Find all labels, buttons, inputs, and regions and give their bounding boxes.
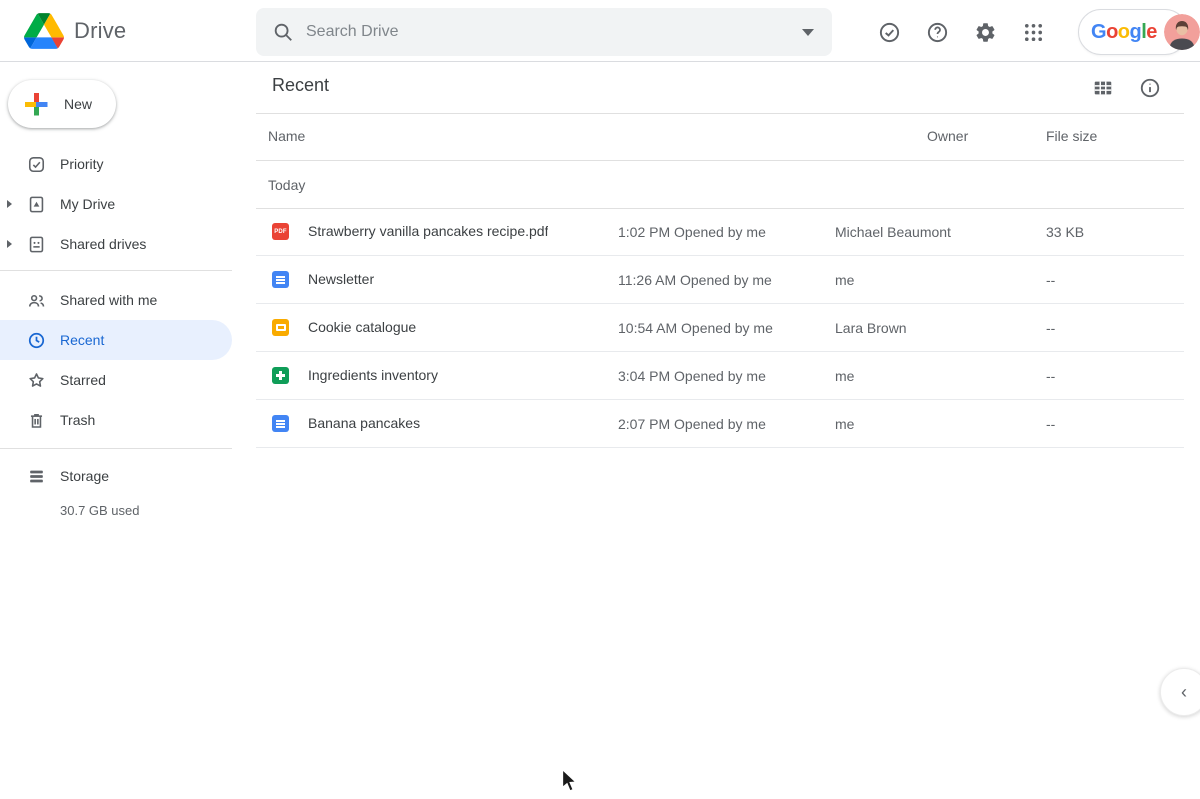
search-placeholder: Search Drive xyxy=(306,23,802,41)
file-name: Ingredients inventory xyxy=(308,367,438,383)
storage-usage: 30.7 GB used xyxy=(60,503,140,518)
file-size: -- xyxy=(1046,416,1055,432)
sidebar-item-priority[interactable]: Priority xyxy=(0,144,232,184)
expand-chevron-icon[interactable] xyxy=(7,240,12,248)
google-drive-logo-icon[interactable] xyxy=(24,13,64,49)
file-type-icon xyxy=(272,223,289,240)
file-name: Banana pancakes xyxy=(308,415,420,431)
new-button[interactable]: New xyxy=(8,80,116,128)
sidebar: New Priority My Drive xyxy=(0,63,240,799)
file-name: Newsletter xyxy=(308,271,374,287)
file-row[interactable]: Banana pancakes 2:07 PM Opened by me me … xyxy=(240,400,1200,448)
file-size: -- xyxy=(1046,272,1055,288)
apps-grid-icon xyxy=(1022,21,1045,44)
divider xyxy=(0,270,232,271)
file-owner: me xyxy=(835,368,854,384)
search-icon xyxy=(272,21,294,43)
column-header-size: File size xyxy=(1046,128,1097,144)
file-activity: 2:07 PM Opened by me xyxy=(618,416,766,432)
new-button-label: New xyxy=(64,96,92,112)
divider xyxy=(256,160,1184,161)
sidebar-item-starred[interactable]: Starred xyxy=(0,360,232,400)
file-activity: 11:26 AM Opened by me xyxy=(618,272,772,288)
file-row[interactable]: Cookie catalogue 10:54 AM Opened by me L… xyxy=(240,304,1200,352)
file-type-icon xyxy=(272,271,289,288)
chevron-left-icon: ‹ xyxy=(1181,682,1187,703)
main-content: Recent Name Owner File size Today Strawb… xyxy=(240,63,1200,799)
file-row[interactable]: Ingredients inventory 3:04 PM Opened by … xyxy=(240,352,1200,400)
search-input[interactable]: Search Drive xyxy=(256,8,832,56)
settings-button[interactable] xyxy=(965,12,1005,52)
divider xyxy=(256,447,1184,448)
column-header-owner: Owner xyxy=(927,128,968,144)
file-row[interactable]: Strawberry vanilla pancakes recipe.pdf 1… xyxy=(240,208,1200,256)
priority-icon xyxy=(27,155,46,174)
search-options-caret-icon[interactable] xyxy=(802,29,814,36)
google-wordmark: Google xyxy=(1091,21,1157,44)
trash-icon xyxy=(27,411,46,430)
sidebar-item-shared-drives[interactable]: Shared drives xyxy=(0,224,232,264)
file-type-icon xyxy=(272,367,289,384)
star-icon xyxy=(27,371,46,390)
offline-status-button[interactable] xyxy=(869,12,909,52)
divider xyxy=(0,448,232,449)
sidebar-item-storage[interactable]: Storage xyxy=(0,456,232,496)
file-size: 33 KB xyxy=(1046,224,1084,240)
file-size: -- xyxy=(1046,320,1055,336)
file-owner: me xyxy=(835,416,854,432)
grid-view-icon xyxy=(1092,77,1114,99)
sidebar-item-my-drive[interactable]: My Drive xyxy=(0,184,232,224)
info-icon xyxy=(1139,77,1161,99)
file-activity: 10:54 AM Opened by me xyxy=(618,320,773,336)
divider xyxy=(256,113,1184,114)
google-account-button[interactable]: Google xyxy=(1078,9,1188,55)
file-size: -- xyxy=(1046,368,1055,384)
grid-view-button[interactable] xyxy=(1083,68,1123,108)
file-owner: Lara Brown xyxy=(835,320,907,336)
file-name: Strawberry vanilla pancakes recipe.pdf xyxy=(308,223,548,239)
sidebar-item-shared-with-me[interactable]: Shared with me xyxy=(0,280,232,320)
my-drive-icon xyxy=(27,195,46,214)
recent-clock-icon xyxy=(27,331,46,350)
collapse-panel-button[interactable]: ‹ xyxy=(1160,668,1200,716)
storage-icon xyxy=(27,467,46,486)
app-title: Drive xyxy=(74,0,126,62)
help-button[interactable] xyxy=(917,12,957,52)
sidebar-item-trash[interactable]: Trash xyxy=(0,400,232,440)
file-owner: me xyxy=(835,272,854,288)
question-circle-icon xyxy=(926,21,949,44)
file-owner: Michael Beaumont xyxy=(835,224,951,240)
file-activity: 1:02 PM Opened by me xyxy=(618,224,766,240)
date-section-label: Today xyxy=(268,177,305,193)
details-button[interactable] xyxy=(1130,68,1170,108)
shared-with-me-icon xyxy=(27,291,46,310)
shared-drives-icon xyxy=(27,235,46,254)
sidebar-item-recent[interactable]: Recent xyxy=(0,320,232,360)
column-header-name[interactable]: Name xyxy=(268,128,305,144)
avatar[interactable] xyxy=(1164,14,1200,50)
file-name: Cookie catalogue xyxy=(308,319,416,335)
gear-icon xyxy=(974,21,997,44)
check-circle-icon xyxy=(878,21,901,44)
file-type-icon xyxy=(272,415,289,432)
top-app-bar: Drive Search Drive Google xyxy=(0,0,1200,62)
page-title: Recent xyxy=(272,75,329,96)
file-activity: 3:04 PM Opened by me xyxy=(618,368,766,384)
google-apps-button[interactable] xyxy=(1013,12,1053,52)
file-row[interactable]: Newsletter 11:26 AM Opened by me me -- xyxy=(240,256,1200,304)
expand-chevron-icon[interactable] xyxy=(7,200,12,208)
multicolor-plus-icon xyxy=(22,90,50,118)
file-type-icon xyxy=(272,319,289,336)
